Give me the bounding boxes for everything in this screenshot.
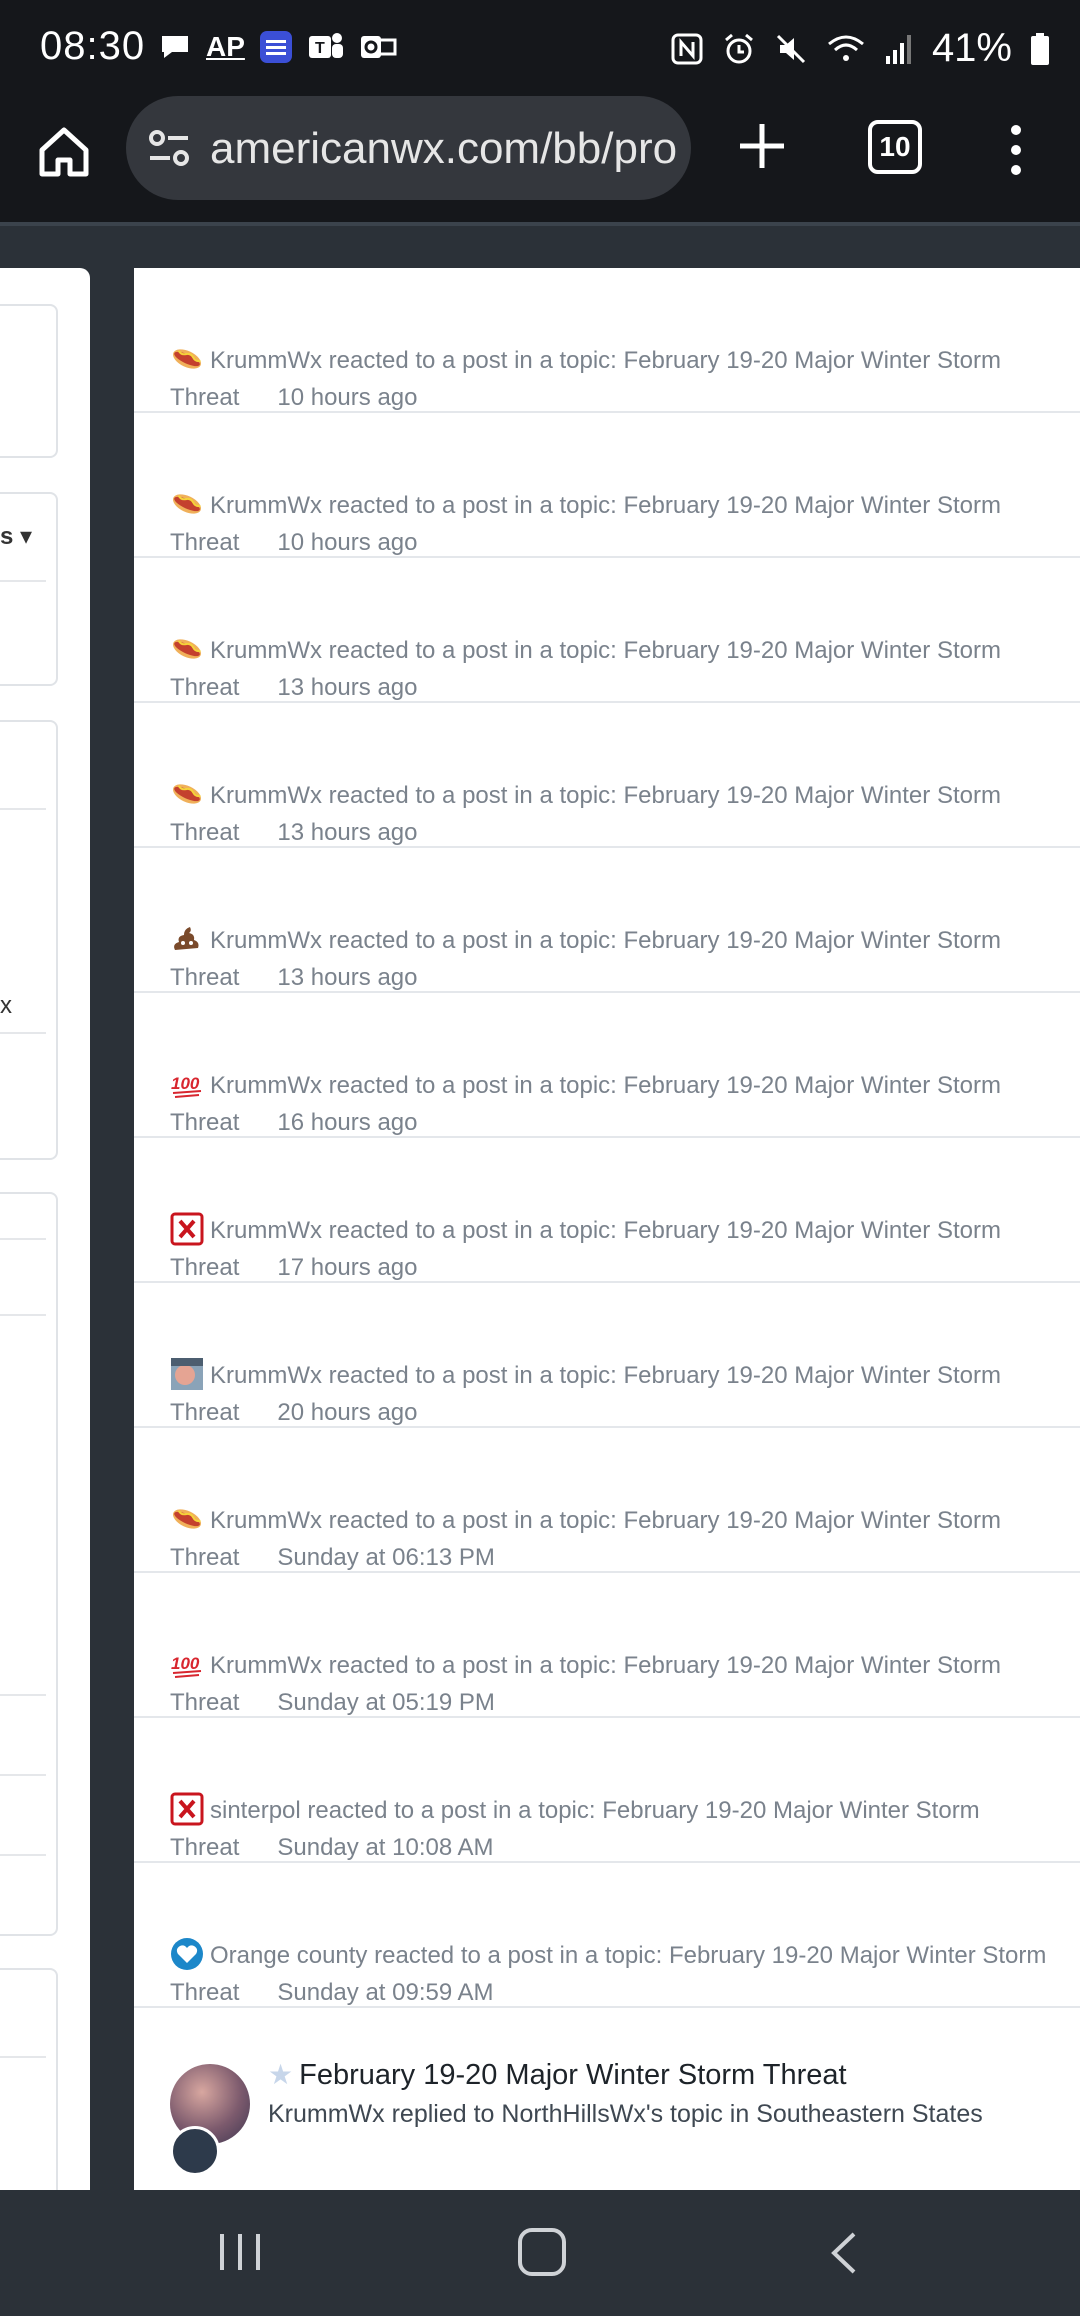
list-item[interactable]: KrummWx reacted to a post in a topic: Fe…: [134, 703, 1080, 848]
activity-text[interactable]: KrummWx reacted to a post in a topic: Fe…: [170, 632, 1050, 706]
system-navigation-bar: [0, 2190, 1080, 2316]
system-status-icons: 41%: [670, 26, 1050, 71]
address-bar[interactable]: americanwx.com/bb/pro: [126, 96, 691, 200]
activity-text[interactable]: 100 KrummWx reacted to a post in a topic:…: [170, 1647, 1050, 1721]
activity-text[interactable]: KrummWx reacted to a post in a topic: Fe…: [170, 1357, 1050, 1431]
teams-icon: T: [307, 28, 345, 66]
list-item[interactable]: KrummWx reacted to a post in a topic: Fe…: [134, 1283, 1080, 1428]
topic-subtitle: KrummWx replied to NorthHillsWx's topic …: [268, 2100, 983, 2128]
star-icon: ★: [268, 2059, 294, 2090]
activity-text[interactable]: sinterpol reacted to a post in a topic: …: [170, 1792, 1050, 1866]
alarm-icon: [722, 30, 756, 68]
list-item[interactable]: sinterpol reacted to a post in a topic: …: [134, 1718, 1080, 1863]
signal-icon: [884, 30, 914, 68]
activity-time: Sunday at 10:08 AM: [277, 1834, 494, 1861]
activity-time: 13 hours ago: [277, 674, 418, 701]
activity-time: Sunday at 09:59 AM: [277, 1979, 494, 2006]
home-icon[interactable]: [34, 122, 94, 182]
status-bar: 08:30 AP T 41%: [0, 0, 1080, 96]
list-item[interactable]: KrummWx reacted to a post in a topic: Fe…: [134, 268, 1080, 413]
hotdog-icon: [170, 342, 204, 376]
activity-text[interactable]: KrummWx reacted to a post in a topic: Fe…: [170, 1502, 1050, 1576]
svg-text:100: 100: [171, 1654, 200, 1673]
battery-percent: 41%: [931, 26, 1012, 70]
header-divider: [0, 222, 1080, 226]
activity-time: Sunday at 06:13 PM: [277, 1544, 495, 1571]
chat-bubble-icon: [158, 28, 192, 66]
new-tab-icon[interactable]: [734, 118, 790, 174]
activity-text[interactable]: 100 KrummWx reacted to a post in a topic:…: [170, 1067, 1050, 1141]
list-item[interactable]: KrummWx reacted to a post in a topic: Fe…: [134, 1428, 1080, 1573]
weather-channel-icon: [259, 28, 293, 66]
notification-icons: AP T: [158, 28, 397, 66]
hundred-icon: 100: [170, 1647, 204, 1681]
activity-text[interactable]: KrummWx reacted to a post in a topic: Fe…: [170, 342, 1050, 416]
activity-time: 13 hours ago: [277, 819, 418, 846]
ap-news-icon: AP: [206, 31, 245, 62]
sidebar-card: [0, 304, 58, 458]
topic-title[interactable]: ★ February 19-20 Major Winter Storm Threa…: [268, 2058, 847, 2092]
poop-icon: [170, 922, 204, 956]
nfc-icon: [670, 30, 704, 68]
mute-icon: [774, 30, 808, 68]
hotdog-icon: [170, 777, 204, 811]
recent-apps-icon[interactable]: [218, 2232, 262, 2272]
activity-time: 16 hours ago: [277, 1109, 418, 1136]
activity-time: 17 hours ago: [277, 1254, 418, 1281]
battery-icon: [1030, 30, 1050, 68]
activity-time: 13 hours ago: [277, 964, 418, 991]
svg-text:100: 100: [171, 1074, 200, 1093]
activity-time: 20 hours ago: [277, 1399, 418, 1426]
list-item[interactable]: KrummWx reacted to a post in a topic: Fe…: [134, 1138, 1080, 1283]
activity-text[interactable]: Orange county reacted to a post in a top…: [170, 1937, 1050, 2011]
list-item[interactable]: KrummWx reacted to a post in a topic: Fe…: [134, 413, 1080, 558]
url-text[interactable]: americanwx.com/bb/pro: [210, 124, 680, 174]
heart-icon: [170, 1937, 204, 1971]
sidebar-card: x: [0, 720, 58, 1160]
back-icon[interactable]: [824, 2230, 864, 2276]
browser-toolbar: americanwx.com/bb/pro 10: [0, 96, 1080, 224]
topic-reply-item[interactable]: ★ February 19-20 Major Winter Storm Threa…: [134, 2008, 1080, 2190]
sidebar-text: x: [0, 992, 12, 1019]
outlook-icon: [359, 28, 397, 66]
list-item[interactable]: Orange county reacted to a post in a top…: [134, 1863, 1080, 2008]
wifi-icon: [826, 30, 866, 68]
hundred-icon: 100: [170, 1067, 204, 1101]
list-item[interactable]: 100 KrummWx reacted to a post in a topic:…: [134, 1573, 1080, 1718]
list-item[interactable]: KrummWx reacted to a post in a topic: Fe…: [134, 558, 1080, 703]
sidebar-card: s ▾: [0, 492, 58, 686]
activity-text[interactable]: KrummWx reacted to a post in a topic: Fe…: [170, 1212, 1050, 1286]
hotdog-icon: [170, 1502, 204, 1536]
sidebar-card: [0, 1192, 58, 1936]
red-x-icon: [170, 1792, 204, 1826]
hotdog-icon: [170, 487, 204, 521]
user-badge-icon: [170, 2126, 220, 2176]
site-settings-icon[interactable]: [148, 128, 190, 168]
activity-text[interactable]: KrummWx reacted to a post in a topic: Fe…: [170, 777, 1050, 851]
tab-switcher-button[interactable]: 10: [868, 120, 922, 174]
red-x-icon: [170, 1212, 204, 1246]
more-options-icon[interactable]: [1006, 122, 1026, 178]
home-nav-icon[interactable]: [518, 2228, 566, 2276]
hotdog-icon: [170, 632, 204, 666]
left-sidebar: s ▾ x: [0, 268, 90, 2232]
activity-feed: KrummWx reacted to a post in a topic: Fe…: [134, 268, 1080, 2190]
activity-text[interactable]: KrummWx reacted to a post in a topic: Fe…: [170, 922, 1050, 996]
list-item[interactable]: 100 KrummWx reacted to a post in a topic:…: [134, 993, 1080, 1138]
activity-time: Sunday at 05:19 PM: [277, 1689, 495, 1716]
activity-time: 10 hours ago: [277, 529, 418, 556]
sidebar-dropdown[interactable]: s ▾: [0, 522, 32, 551]
svg-text:T: T: [315, 40, 325, 57]
list-item[interactable]: KrummWx reacted to a post in a topic: Fe…: [134, 848, 1080, 993]
activity-time: 10 hours ago: [277, 384, 418, 411]
face-icon: [170, 1357, 204, 1391]
status-time: 08:30: [40, 24, 146, 68]
activity-text[interactable]: KrummWx reacted to a post in a topic: Fe…: [170, 487, 1050, 561]
